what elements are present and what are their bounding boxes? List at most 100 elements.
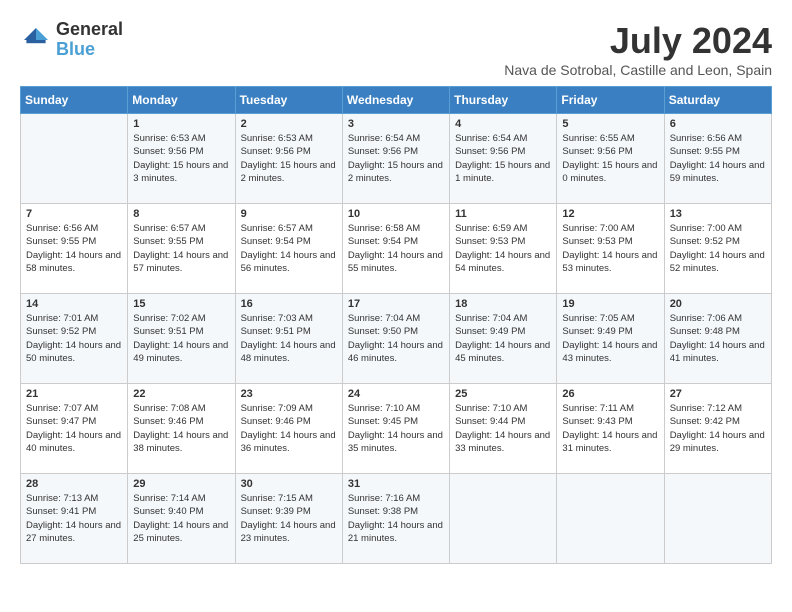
weekday-header-row: SundayMondayTuesdayWednesdayThursdayFrid… — [21, 87, 772, 114]
day-cell: 30 Sunrise: 7:15 AMSunset: 9:39 PMDayligh… — [235, 474, 342, 564]
day-cell: 19 Sunrise: 7:05 AMSunset: 9:49 PMDayligh… — [557, 294, 664, 384]
day-info: Sunrise: 7:08 AMSunset: 9:46 PMDaylight:… — [133, 402, 229, 455]
week-row: 7 Sunrise: 6:56 AMSunset: 9:55 PMDaylight… — [21, 204, 772, 294]
day-number: 13 — [670, 208, 766, 220]
day-info: Sunrise: 7:04 AMSunset: 9:50 PMDaylight:… — [348, 312, 444, 365]
day-info: Sunrise: 7:05 AMSunset: 9:49 PMDaylight:… — [562, 312, 658, 365]
day-number: 27 — [670, 388, 766, 400]
day-info: Sunrise: 7:07 AMSunset: 9:47 PMDaylight:… — [26, 402, 122, 455]
day-cell: 14 Sunrise: 7:01 AMSunset: 9:52 PMDayligh… — [21, 294, 128, 384]
day-info: Sunrise: 7:00 AMSunset: 9:53 PMDaylight:… — [562, 222, 658, 275]
header: General Blue July 2024 Nava de Sotrobal,… — [20, 20, 772, 78]
day-info: Sunrise: 6:58 AMSunset: 9:54 PMDaylight:… — [348, 222, 444, 275]
day-number: 2 — [241, 118, 337, 130]
day-cell: 4 Sunrise: 6:54 AMSunset: 9:56 PMDaylight… — [450, 114, 557, 204]
day-info: Sunrise: 6:54 AMSunset: 9:56 PMDaylight:… — [455, 132, 551, 185]
day-number: 23 — [241, 388, 337, 400]
day-number: 8 — [133, 208, 229, 220]
day-number: 7 — [26, 208, 122, 220]
day-cell — [557, 474, 664, 564]
day-info: Sunrise: 6:54 AMSunset: 9:56 PMDaylight:… — [348, 132, 444, 185]
day-number: 26 — [562, 388, 658, 400]
day-info: Sunrise: 6:56 AMSunset: 9:55 PMDaylight:… — [26, 222, 122, 275]
logo: General Blue — [20, 20, 123, 60]
week-row: 28 Sunrise: 7:13 AMSunset: 9:41 PMDayligh… — [21, 474, 772, 564]
week-row: 14 Sunrise: 7:01 AMSunset: 9:52 PMDayligh… — [21, 294, 772, 384]
day-info: Sunrise: 7:14 AMSunset: 9:40 PMDaylight:… — [133, 492, 229, 545]
day-info: Sunrise: 7:10 AMSunset: 9:45 PMDaylight:… — [348, 402, 444, 455]
day-number: 5 — [562, 118, 658, 130]
day-cell: 1Sunrise: 6:53 AMSunset: 9:56 PMDaylight… — [128, 114, 235, 204]
day-cell: 18 Sunrise: 7:04 AMSunset: 9:49 PMDayligh… — [450, 294, 557, 384]
day-cell: 5 Sunrise: 6:55 AMSunset: 9:56 PMDaylight… — [557, 114, 664, 204]
day-number: 9 — [241, 208, 337, 220]
day-info: Sunrise: 7:01 AMSunset: 9:52 PMDaylight:… — [26, 312, 122, 365]
logo-text: General Blue — [56, 20, 123, 60]
day-number: 16 — [241, 298, 337, 310]
week-row: 21Sunrise: 7:07 AMSunset: 9:47 PMDayligh… — [21, 384, 772, 474]
day-number: 10 — [348, 208, 444, 220]
weekday-header: Tuesday — [235, 87, 342, 114]
title-area: July 2024 Nava de Sotrobal, Castille and… — [504, 20, 772, 78]
logo-icon — [20, 24, 52, 56]
day-cell — [21, 114, 128, 204]
day-info: Sunrise: 6:56 AMSunset: 9:55 PMDaylight:… — [670, 132, 766, 185]
day-number: 20 — [670, 298, 766, 310]
day-info: Sunrise: 7:16 AMSunset: 9:38 PMDaylight:… — [348, 492, 444, 545]
weekday-header: Wednesday — [342, 87, 449, 114]
day-info: Sunrise: 7:15 AMSunset: 9:39 PMDaylight:… — [241, 492, 337, 545]
day-number: 30 — [241, 478, 337, 490]
day-cell: 11Sunrise: 6:59 AMSunset: 9:53 PMDayligh… — [450, 204, 557, 294]
weekday-header: Saturday — [664, 87, 771, 114]
day-number: 18 — [455, 298, 551, 310]
day-number: 29 — [133, 478, 229, 490]
weekday-header: Monday — [128, 87, 235, 114]
day-cell: 29 Sunrise: 7:14 AMSunset: 9:40 PMDayligh… — [128, 474, 235, 564]
day-number: 28 — [26, 478, 122, 490]
day-number: 14 — [26, 298, 122, 310]
day-number: 15 — [133, 298, 229, 310]
day-info: Sunrise: 6:57 AMSunset: 9:55 PMDaylight:… — [133, 222, 229, 275]
day-number: 11 — [455, 208, 551, 220]
day-number: 19 — [562, 298, 658, 310]
day-number: 1 — [133, 118, 229, 130]
day-cell: 23Sunrise: 7:09 AMSunset: 9:46 PMDayligh… — [235, 384, 342, 474]
day-number: 6 — [670, 118, 766, 130]
day-cell: 13Sunrise: 7:00 AMSunset: 9:52 PMDayligh… — [664, 204, 771, 294]
weekday-header: Sunday — [21, 87, 128, 114]
day-info: Sunrise: 7:12 AMSunset: 9:42 PMDaylight:… — [670, 402, 766, 455]
day-info: Sunrise: 7:11 AMSunset: 9:43 PMDaylight:… — [562, 402, 658, 455]
day-cell — [450, 474, 557, 564]
day-info: Sunrise: 7:10 AMSunset: 9:44 PMDaylight:… — [455, 402, 551, 455]
day-number: 31 — [348, 478, 444, 490]
day-number: 25 — [455, 388, 551, 400]
day-number: 24 — [348, 388, 444, 400]
day-info: Sunrise: 7:13 AMSunset: 9:41 PMDaylight:… — [26, 492, 122, 545]
day-cell: 8 Sunrise: 6:57 AMSunset: 9:55 PMDaylight… — [128, 204, 235, 294]
day-info: Sunrise: 6:55 AMSunset: 9:56 PMDaylight:… — [562, 132, 658, 185]
day-cell: 10 Sunrise: 6:58 AMSunset: 9:54 PMDayligh… — [342, 204, 449, 294]
day-number: 17 — [348, 298, 444, 310]
day-cell — [664, 474, 771, 564]
day-info: Sunrise: 7:02 AMSunset: 9:51 PMDaylight:… — [133, 312, 229, 365]
main-title: July 2024 — [504, 20, 772, 62]
day-number: 4 — [455, 118, 551, 130]
day-cell: 9Sunrise: 6:57 AMSunset: 9:54 PMDaylight… — [235, 204, 342, 294]
day-cell: 22Sunrise: 7:08 AMSunset: 9:46 PMDayligh… — [128, 384, 235, 474]
day-cell: 27 Sunrise: 7:12 AMSunset: 9:42 PMDayligh… — [664, 384, 771, 474]
day-number: 12 — [562, 208, 658, 220]
day-info: Sunrise: 7:04 AMSunset: 9:49 PMDaylight:… — [455, 312, 551, 365]
week-row: 1Sunrise: 6:53 AMSunset: 9:56 PMDaylight… — [21, 114, 772, 204]
day-cell: 26 Sunrise: 7:11 AMSunset: 9:43 PMDayligh… — [557, 384, 664, 474]
day-cell: 16Sunrise: 7:03 AMSunset: 9:51 PMDayligh… — [235, 294, 342, 384]
day-cell: 28 Sunrise: 7:13 AMSunset: 9:41 PMDayligh… — [21, 474, 128, 564]
day-cell: 24 Sunrise: 7:10 AMSunset: 9:45 PMDayligh… — [342, 384, 449, 474]
day-cell: 20 Sunrise: 7:06 AMSunset: 9:48 PMDayligh… — [664, 294, 771, 384]
weekday-header: Friday — [557, 87, 664, 114]
calendar: SundayMondayTuesdayWednesdayThursdayFrid… — [20, 86, 772, 564]
day-number: 3 — [348, 118, 444, 130]
day-info: Sunrise: 7:06 AMSunset: 9:48 PMDaylight:… — [670, 312, 766, 365]
weekday-header: Thursday — [450, 87, 557, 114]
day-cell: 7 Sunrise: 6:56 AMSunset: 9:55 PMDaylight… — [21, 204, 128, 294]
day-cell: 25 Sunrise: 7:10 AMSunset: 9:44 PMDayligh… — [450, 384, 557, 474]
